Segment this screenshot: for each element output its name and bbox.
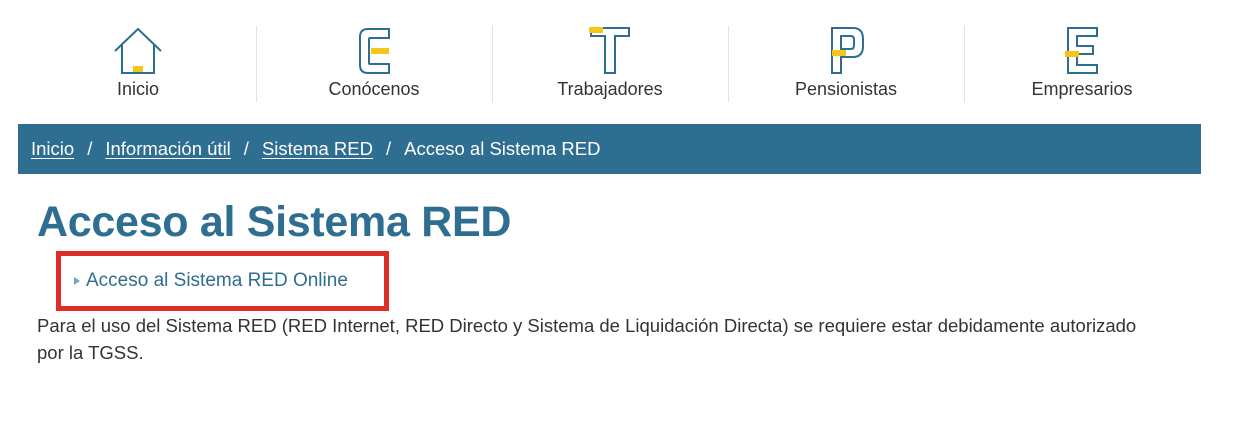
breadcrumb-link-inicio[interactable]: Inicio xyxy=(31,138,74,160)
letter-c-icon xyxy=(359,28,390,74)
breadcrumb-link-sistema-red[interactable]: Sistema RED xyxy=(262,138,373,160)
breadcrumb-separator: / xyxy=(385,138,392,159)
nav-item-trabajadores[interactable]: Trabajadores xyxy=(492,22,728,104)
nav-item-label: Trabajadores xyxy=(557,79,663,99)
breadcrumb-separator: / xyxy=(87,138,93,159)
red-online-link[interactable]: Acceso al Sistema RED Online xyxy=(74,270,348,292)
page-title: Acceso al Sistema RED xyxy=(37,198,512,246)
breadcrumb-separator: / xyxy=(243,138,249,159)
letter-p-icon xyxy=(831,27,864,74)
main-navigation: Inicio Conócenos Trabajadores Pensionist… xyxy=(20,22,1200,104)
breadcrumb-current: Acceso al Sistema RED xyxy=(404,138,601,159)
triangle-right-icon xyxy=(74,277,80,285)
letter-t-icon xyxy=(589,27,630,74)
nav-item-empresarios[interactable]: Empresarios xyxy=(964,22,1200,104)
home-icon xyxy=(114,27,162,74)
description-text: Para el uso del Sistema RED (RED Interne… xyxy=(37,315,1137,363)
nav-item-label: Inicio xyxy=(116,79,160,99)
nav-item-label: Pensionistas xyxy=(794,79,898,99)
nav-item-label: Empresarios xyxy=(1031,79,1133,99)
nav-item-conocenos[interactable]: Conócenos xyxy=(256,22,492,104)
letter-e-icon xyxy=(1065,27,1098,74)
nav-item-pensionistas[interactable]: Pensionistas xyxy=(728,22,964,104)
breadcrumb-link-informacion-util[interactable]: Información útil xyxy=(105,138,230,160)
breadcrumb: Inicio / Información útil / Sistema RED … xyxy=(18,124,1201,174)
red-online-link-label: Acceso al Sistema RED Online xyxy=(86,270,348,291)
nav-item-inicio[interactable]: Inicio xyxy=(20,22,256,104)
nav-item-label: Conócenos xyxy=(328,79,420,99)
